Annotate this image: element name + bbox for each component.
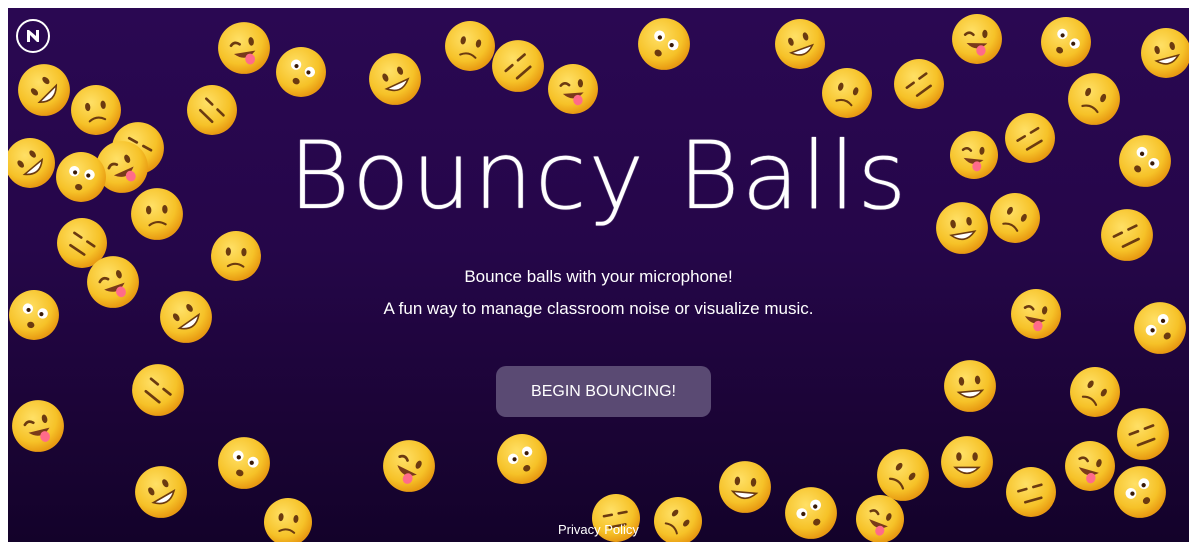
nerd-emoji-ball: [132, 364, 184, 416]
dizzy-emoji-ball: [12, 400, 64, 452]
sunglasses-emoji-ball: [941, 436, 993, 488]
big-grin-emoji-ball: [492, 40, 544, 92]
slight-smile-emoji-ball: [276, 47, 326, 97]
subtitle-line-1: Bounce balls with your microphone!: [464, 267, 733, 286]
heart-eyes-emoji-ball: [1006, 467, 1056, 517]
tongue-out-emoji-ball: [445, 21, 495, 71]
n-logo-icon[interactable]: [16, 19, 50, 53]
laughing-tears-emoji-ball: [822, 68, 872, 118]
subtitle-line-2: A fun way to manage classroom noise or v…: [383, 299, 814, 318]
bandage-emoji-ball: [785, 487, 837, 539]
sad-sweat-emoji-ball: [638, 18, 690, 70]
flushed-emoji-ball: [135, 466, 187, 518]
sleeping-emoji-ball: [497, 434, 547, 484]
logo-glyph-icon: [27, 30, 39, 42]
zipper-mouth-emoji-ball: [1141, 28, 1189, 78]
grimacing-emoji-ball: [187, 85, 237, 135]
heart-eyes-emoji-ball: [894, 59, 944, 109]
begin-bouncing-button[interactable]: BEGIN BOUNCING!: [496, 366, 711, 417]
money-mouth-emoji-ball: [1068, 73, 1120, 125]
privacy-policy-link[interactable]: Privacy Policy: [558, 522, 639, 537]
tongue-out-emoji-ball: [1070, 367, 1120, 417]
sunglasses-emoji-ball: [775, 19, 825, 69]
dizzy-emoji-ball: [383, 440, 435, 492]
crying-emoji-ball: [548, 64, 598, 114]
sad-sweat-emoji-ball: [1114, 466, 1166, 518]
app-background: Bouncy Balls Bounce balls with your micr…: [8, 8, 1189, 542]
sleeping-emoji-ball: [218, 437, 270, 489]
expressionless-emoji-ball: [264, 498, 312, 542]
kiss-heart-emoji-ball: [856, 495, 904, 542]
page-title: Bouncy Balls: [288, 122, 909, 231]
winking-tongue-emoji-ball: [944, 360, 996, 412]
winking-tongue-emoji-ball: [369, 53, 421, 105]
thermometer-emoji-ball: [218, 22, 270, 74]
money-mouth-emoji-ball: [654, 497, 702, 542]
big-grin-emoji-ball: [1117, 408, 1169, 460]
kiss-heart-emoji-ball: [952, 14, 1002, 64]
zipper-mouth-emoji-ball: [719, 461, 771, 513]
crying-emoji-ball: [1065, 441, 1115, 491]
winking-tongue-emoji-ball: [18, 64, 70, 116]
bandage-emoji-ball: [1041, 17, 1091, 67]
